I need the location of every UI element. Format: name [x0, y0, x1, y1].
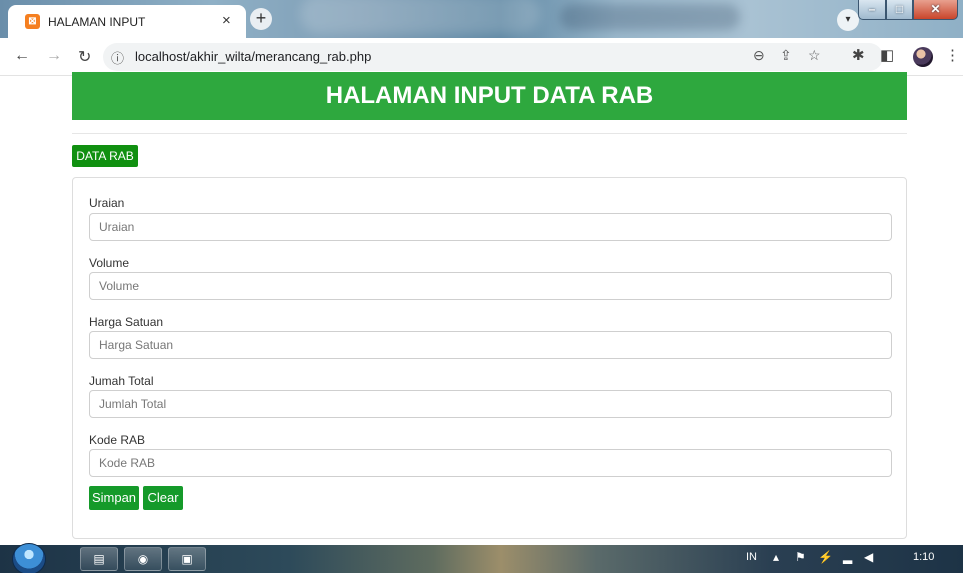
chrome-taskbar-icon[interactable]: ◉	[124, 547, 162, 571]
clock-text[interactable]: 1:10	[913, 551, 934, 563]
extensions-puzzle-icon[interactable]: ✱	[852, 46, 865, 64]
language-indicator[interactable]: IN	[746, 551, 757, 563]
close-window-button[interactable]: ✕	[913, 0, 958, 20]
new-tab-button[interactable]: +	[250, 8, 272, 30]
profile-avatar[interactable]	[913, 47, 933, 67]
clear-button[interactable]: Clear	[143, 486, 183, 510]
volume-input[interactable]	[89, 272, 892, 300]
data-rab-button[interactable]: DATA RAB	[72, 145, 138, 167]
explorer-taskbar-icon[interactable]: ▤	[80, 547, 118, 571]
app-taskbar-icon[interactable]: ▣	[168, 547, 206, 571]
kode-rab-input[interactable]	[89, 449, 892, 477]
volume-label: Volume	[89, 256, 130, 270]
kode-rab-label: Kode RAB	[89, 433, 146, 447]
tab-close-icon[interactable]: ×	[222, 12, 231, 29]
side-panel-icon[interactable]: ◧	[880, 46, 894, 64]
browser-tab[interactable]: ⊠ HALAMAN INPUT ×	[8, 5, 246, 38]
jumlah-total-input[interactable]	[89, 390, 892, 418]
windows-taskbar: ▤ ◉ ▣ IN ▴ ⚑ ⚡ ▂ ◀ 1:10	[0, 543, 963, 573]
minimize-button[interactable]: –	[858, 0, 886, 20]
jumlah-total-label: Jumah Total	[89, 374, 154, 388]
harga-satuan-input[interactable]	[89, 331, 892, 359]
address-toolbar: ← → ↻ ⓘ localhost/akhir_wilta/merancang_…	[0, 38, 963, 76]
tab-title: HALAMAN INPUT	[48, 15, 146, 29]
maximize-button[interactable]: □	[886, 0, 913, 20]
browser-menu-icon[interactable]: ⋮	[945, 46, 960, 64]
site-info-icon[interactable]: ⓘ	[111, 48, 124, 67]
bookmark-star-icon[interactable]: ☆	[808, 47, 821, 64]
network-signal-icon[interactable]: ▂	[843, 550, 852, 564]
uraian-input[interactable]	[89, 213, 892, 241]
page-content: HALAMAN INPUT DATA RAB DATA RAB Uraian V…	[0, 72, 963, 545]
harga-satuan-label: Harga Satuan	[89, 315, 164, 329]
back-arrow-icon[interactable]: ←	[14, 47, 30, 65]
tab-search-chevron-icon[interactable]: ▾	[837, 9, 859, 31]
save-button[interactable]: Simpan	[89, 486, 139, 510]
xampp-favicon-icon: ⊠	[25, 14, 40, 29]
page-header: HALAMAN INPUT DATA RAB	[72, 72, 907, 120]
zoom-icon[interactable]: ⊖	[753, 47, 765, 64]
address-bar[interactable]: ⓘ localhost/akhir_wilta/merancang_rab.ph…	[103, 43, 883, 71]
uraian-label: Uraian	[89, 196, 125, 210]
forward-arrow-icon[interactable]: →	[46, 47, 62, 65]
url-text[interactable]: localhost/akhir_wilta/merancang_rab.php	[135, 49, 371, 64]
divider	[72, 133, 907, 134]
tray-expand-icon[interactable]: ▴	[773, 550, 779, 564]
power-icon[interactable]: ⚡	[818, 550, 833, 564]
action-center-flag-icon[interactable]: ⚑	[795, 550, 806, 564]
volume-icon[interactable]: ◀	[864, 550, 873, 564]
reload-icon[interactable]: ↻	[78, 47, 91, 67]
start-button[interactable]	[12, 543, 46, 573]
window-titlebar: ⊠ HALAMAN INPUT × + ▾ – □ ✕	[0, 0, 963, 38]
input-form-card: Uraian Volume Harga Satuan Jumah Total K…	[72, 177, 907, 539]
share-icon[interactable]: ⇪	[780, 47, 792, 64]
